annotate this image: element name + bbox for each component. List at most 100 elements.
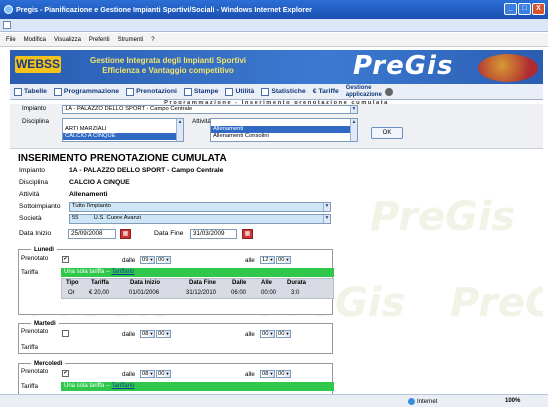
dalle-hour-select[interactable]: 08 ▼ (140, 370, 155, 378)
dalle-label: dalle (122, 257, 136, 264)
chevron-down-icon: ▼ (350, 106, 357, 113)
table-cell: Or (68, 290, 75, 296)
menu-bar: File Modifica Visualizza Preferiti Strum… (0, 33, 548, 47)
globe-icon (408, 398, 415, 405)
list-item[interactable]: ARTI MARZIALI (63, 126, 183, 133)
dalle-minute-select[interactable]: 00 ▼ (156, 256, 171, 264)
alle-minute-select[interactable]: 00 ▼ (276, 256, 291, 264)
printer-icon (183, 87, 192, 96)
tariffario-link[interactable]: Tariffario (111, 269, 134, 275)
toolbar-tabelle[interactable]: Tabelle (14, 87, 47, 96)
dalle-hour-select[interactable]: 09 ▼ (140, 256, 155, 264)
address-bar[interactable] (0, 19, 548, 32)
pregis-watermark: PreGis (450, 280, 543, 326)
table-header: Data Fine (189, 280, 217, 286)
toolbar-stampe[interactable]: Stampe (183, 87, 218, 96)
sottoimpianto-label: Sottoimpianto (19, 203, 61, 210)
toolbar-gestione[interactable]: Gestione applicazione (346, 85, 382, 99)
societa-select[interactable]: 55 U.S. Cuore Avanzi ▼ (69, 214, 331, 224)
menu-strumenti[interactable]: Strumenti (118, 37, 144, 43)
dalle-hour-select[interactable]: 08 ▼ (140, 330, 155, 338)
alle-minute-select[interactable]: 00 ▼ (276, 370, 291, 378)
prenotato-label: Prenotato (21, 368, 49, 375)
impianto-select[interactable]: 1A - PALAZZO DELLO SPORT - Campo Central… (62, 105, 358, 114)
data-fine-label: Data Fine (154, 230, 184, 237)
pregis-logo: PreGis (353, 51, 454, 81)
prenotato-label: Prenotato (21, 328, 49, 335)
tariffario-link[interactable]: Tariffario (111, 383, 134, 389)
data-inizio-input[interactable]: 25/09/2008 (68, 229, 116, 239)
disciplina-label: Disciplina (22, 118, 49, 125)
toolbar-statistiche[interactable]: Statistiche (261, 87, 306, 96)
list-item[interactable]: CALCIO A CINQUE (63, 133, 183, 140)
calendar-icon[interactable]: ▦ (242, 229, 253, 239)
prenotato-checkbox[interactable]: ✔ (62, 370, 69, 377)
attivita-list[interactable]: Allenamenti Allenamenti Consolini ▲ (210, 118, 358, 142)
table-header: Tariffa (91, 280, 109, 286)
dalle-minute-select[interactable]: 00 ▼ (156, 330, 171, 338)
day-title: Martedì (31, 320, 59, 327)
menu-file[interactable]: File (6, 37, 16, 43)
zoom-level[interactable]: 100% (505, 398, 520, 404)
dalle-label: dalle (122, 331, 136, 338)
list-item[interactable] (63, 119, 183, 126)
toolbar-prenotazioni[interactable]: Prenotazioni (126, 87, 177, 96)
window-controls: _ □ X (504, 3, 545, 15)
alle-label: alle (245, 331, 255, 338)
ok-button[interactable]: OK (371, 127, 403, 139)
list-item[interactable]: Allenamenti Consolini (211, 133, 357, 140)
societa-label: Società (19, 215, 42, 222)
close-button[interactable]: X (532, 3, 545, 15)
chevron-down-icon: ▼ (285, 257, 290, 263)
dalle-minute-select[interactable]: 00 ▼ (156, 370, 171, 378)
list-item[interactable]: Allenamenti (211, 126, 357, 133)
list-item[interactable] (211, 119, 357, 126)
disciplina-list[interactable]: ARTI MARZIALI CALCIO A CINQUE ▲ (62, 118, 184, 142)
main-toolbar: Tabelle Programmazione Prenotazioni Stam… (10, 84, 543, 100)
maximize-button[interactable]: □ (518, 3, 531, 15)
chevron-down-icon: ▼ (149, 371, 154, 377)
chevron-down-icon: ▼ (165, 331, 170, 337)
table-cell: 00:00 (261, 290, 277, 296)
tariffa-bar: Una sola tariffa -- Tariffario (61, 268, 334, 277)
impianto-label: Impianto (19, 167, 46, 174)
menu-help[interactable]: ? (151, 37, 154, 43)
table-cell: € 20,00 (89, 290, 110, 296)
menu-preferiti[interactable]: Preferiti (89, 37, 110, 43)
minimize-button[interactable]: _ (504, 3, 517, 15)
calendar-icon[interactable]: ▦ (120, 229, 131, 239)
menu-visualizza[interactable]: Visualizza (54, 37, 81, 43)
tariffa-label: Tariffa (21, 344, 39, 351)
main-content: PreGis PreGis PreGis PreGis INSERIMENTO … (10, 150, 543, 394)
toolbar-programmazione[interactable]: Programmazione (53, 87, 119, 96)
window-title: Pregis - Pianificazione e Gestione Impia… (16, 5, 312, 14)
grid-icon (53, 87, 62, 96)
gear-icon[interactable] (384, 87, 393, 96)
scrollbar[interactable]: ▲ (350, 119, 357, 141)
alle-minute-select[interactable]: 00 ▼ (276, 330, 291, 338)
arrow-icon (126, 87, 135, 96)
scrollbar[interactable]: ▲ (176, 119, 183, 141)
chevron-down-icon: ▼ (149, 257, 154, 263)
prenotato-checkbox[interactable] (62, 330, 69, 337)
chevron-down-icon: ▼ (165, 257, 170, 263)
alle-hour-select[interactable]: 00 ▼ (260, 330, 275, 338)
security-zone[interactable]: Internet (408, 398, 437, 405)
alle-hour-select[interactable]: 12 ▼ (260, 256, 275, 264)
attivita-value: Allenamenti (69, 191, 108, 198)
sottoimpianto-select[interactable]: Tutto l'impianto ▼ (69, 202, 331, 212)
alle-hour-select[interactable]: 08 ▼ (260, 370, 275, 378)
data-fine-input[interactable]: 31/03/2009 (190, 229, 237, 239)
impianto-label: Impianto (22, 105, 47, 112)
zone-label: Internet (417, 398, 438, 405)
day-panel-mercoledi: Mercoledì Prenotato ✔ dalle 08 ▼ 00 ▼ alle… (18, 360, 334, 394)
ball-image (478, 54, 538, 82)
chevron-down-icon: ▼ (323, 215, 330, 223)
app-banner: WEBSS Gestione Integrata degli Impianti … (10, 50, 543, 84)
toolbar-utilita[interactable]: Utilità (225, 87, 254, 96)
menu-modifica[interactable]: Modifica (24, 37, 46, 43)
prenotato-checkbox[interactable]: ✔ (62, 256, 69, 263)
toolbar-tariffe[interactable]: € Tariffe (313, 88, 339, 95)
banner-tagline: Gestione Integrata degli Impianti Sporti… (73, 56, 263, 76)
webss-logo: WEBSS (15, 56, 61, 73)
